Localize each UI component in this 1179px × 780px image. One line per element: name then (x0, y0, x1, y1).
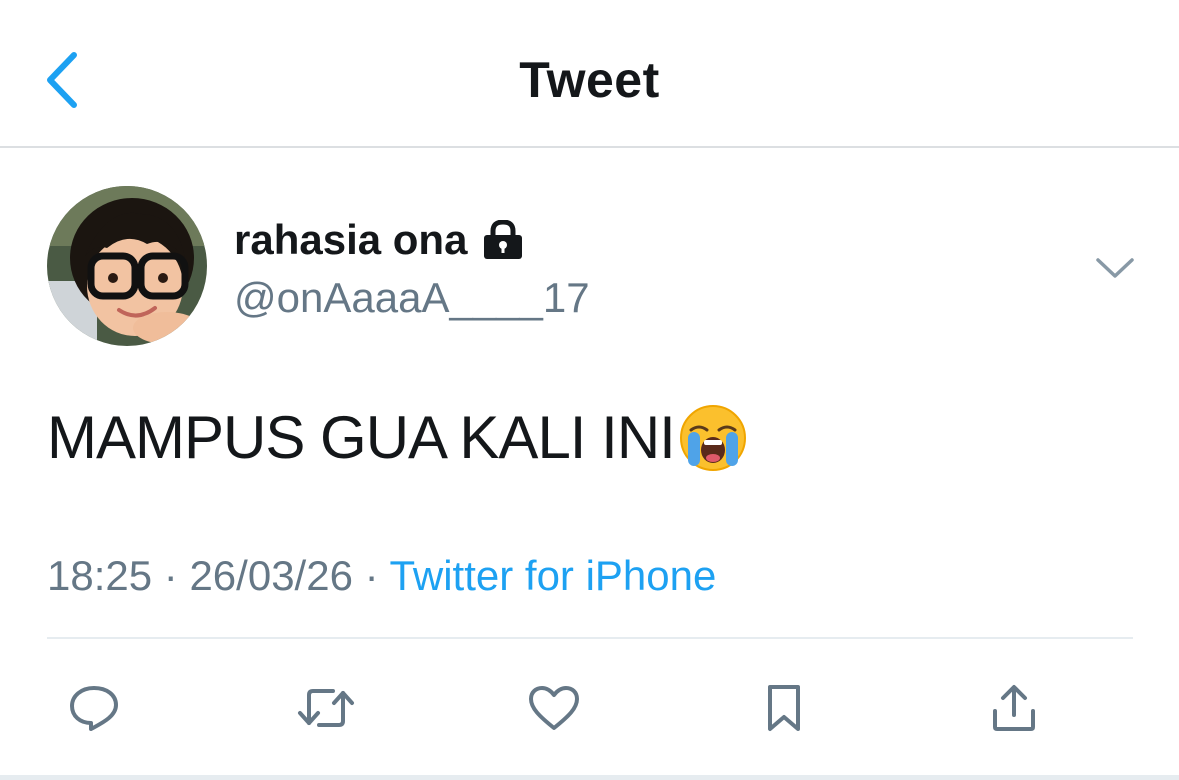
nav-bar: Tweet (0, 0, 1179, 148)
share-icon (993, 685, 1035, 731)
page-title: Tweet (519, 52, 660, 108)
tweet-meta: 18:25 · 26/03/26 · Twitter for iPhone (47, 548, 716, 604)
tweet-time: 18:25 (47, 552, 153, 599)
meta-separator: · (364, 552, 379, 599)
avatar[interactable] (47, 186, 207, 346)
bottom-divider (0, 775, 1179, 780)
tweet-options-button[interactable] (1090, 248, 1140, 288)
comment-icon (70, 686, 118, 731)
meta-separator: · (163, 552, 178, 599)
retweet-icon (298, 689, 354, 727)
like-button[interactable] (524, 680, 584, 736)
tweet-text: MAMPUS GUA KALI INI (47, 402, 747, 474)
user-handle: @onAaaaA____17 (234, 274, 590, 321)
chevron-down-icon (1096, 258, 1134, 278)
loudly-crying-face-emoji (679, 405, 746, 471)
retweet-button[interactable] (296, 680, 356, 736)
tweet-date: 26/03/26 (189, 552, 353, 599)
tweet-text-content: MAMPUS GUA KALI INI (47, 404, 676, 471)
bookmark-button[interactable] (754, 680, 814, 736)
display-name[interactable]: rahasia ona (234, 212, 525, 268)
share-button[interactable] (984, 680, 1044, 736)
heart-icon (529, 686, 579, 730)
lock-icon (481, 220, 525, 260)
avatar-photo (47, 186, 207, 346)
bookmark-icon (768, 685, 800, 731)
display-name-text: rahasia ona (234, 216, 468, 263)
divider (47, 637, 1133, 639)
reply-button[interactable] (64, 680, 124, 736)
tweet-source-link[interactable]: Twitter for iPhone (390, 552, 717, 599)
